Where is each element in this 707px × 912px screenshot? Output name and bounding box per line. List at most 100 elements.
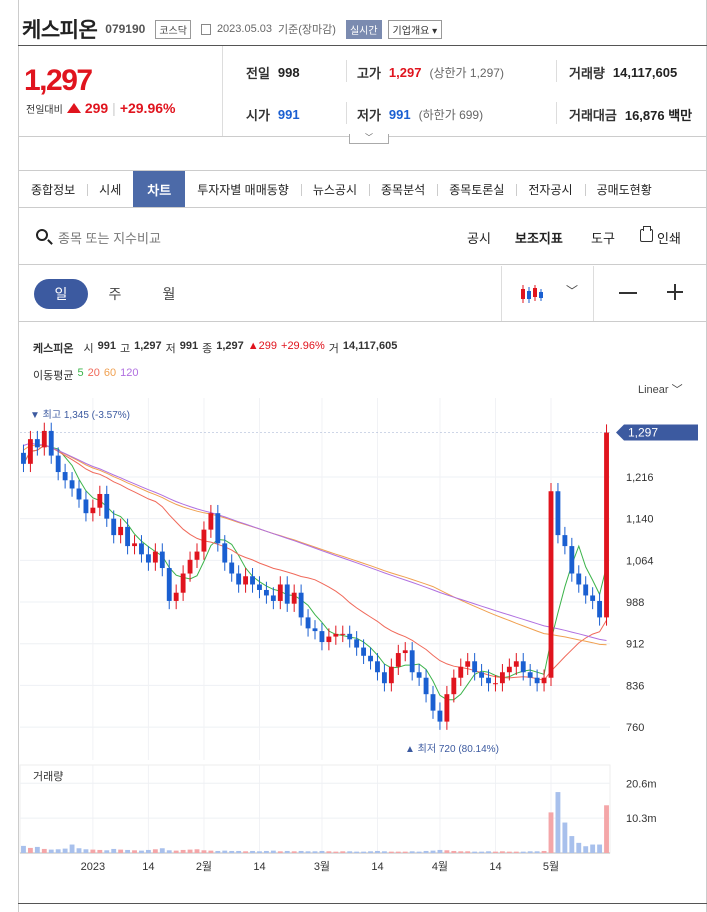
price-tick-label: 988 bbox=[626, 597, 644, 609]
candle-body bbox=[76, 488, 82, 500]
volume-bar bbox=[41, 848, 47, 853]
candle-body bbox=[298, 592, 304, 618]
volume-bar bbox=[402, 851, 408, 853]
volume-bar bbox=[90, 849, 96, 853]
volume-bar bbox=[243, 851, 249, 853]
volume-bar bbox=[111, 848, 117, 853]
volume-bar bbox=[48, 849, 54, 853]
volume-bar bbox=[187, 849, 193, 853]
volume-bar bbox=[597, 844, 603, 853]
volume-bar bbox=[298, 850, 304, 853]
candle-body bbox=[62, 472, 68, 481]
volume-bar bbox=[562, 822, 568, 853]
candle-body bbox=[284, 584, 290, 604]
price-tick-label: 760 bbox=[626, 722, 644, 734]
volume-bar bbox=[381, 851, 387, 853]
candle-body bbox=[499, 672, 505, 684]
candle-body bbox=[236, 573, 242, 585]
candle-body bbox=[576, 573, 582, 585]
volume-bar bbox=[312, 851, 318, 853]
candle-body bbox=[590, 595, 596, 601]
candle-body bbox=[347, 633, 353, 640]
volume-bar bbox=[548, 812, 554, 853]
price-tick-label: 1,216 bbox=[626, 472, 654, 484]
candle-body bbox=[97, 493, 103, 508]
candle-body bbox=[486, 677, 491, 684]
volume-bar bbox=[27, 847, 33, 853]
candle-body bbox=[41, 430, 47, 448]
volume-bar bbox=[104, 850, 110, 853]
candle-body bbox=[83, 499, 89, 514]
candle-body bbox=[55, 455, 61, 473]
volume-bar bbox=[118, 849, 124, 853]
volume-bar bbox=[513, 851, 519, 853]
volume-bar bbox=[555, 792, 561, 853]
candle-body bbox=[194, 551, 200, 560]
candle-body bbox=[368, 655, 373, 662]
volume-bar bbox=[375, 850, 380, 853]
volume-bar bbox=[569, 836, 575, 853]
volume-bar bbox=[604, 805, 609, 853]
candle-body bbox=[381, 672, 387, 684]
volume-bar bbox=[395, 851, 401, 853]
volume-bar bbox=[333, 851, 339, 853]
candle-body bbox=[534, 677, 540, 684]
volume-bar bbox=[506, 851, 512, 853]
volume-bar bbox=[319, 850, 325, 853]
candle-body bbox=[243, 576, 249, 585]
volume-bar bbox=[590, 844, 596, 853]
volume-bar bbox=[215, 850, 221, 853]
volume-bar bbox=[326, 851, 332, 853]
last-price-label: 1,297 bbox=[628, 426, 658, 440]
candle-body bbox=[145, 554, 151, 563]
volume-bar bbox=[62, 848, 68, 853]
candle-body bbox=[111, 518, 117, 536]
ma-20-line bbox=[23, 444, 607, 681]
price-chart[interactable]: 1,216 1,140 1,064 988 912 836 760 2023 14 2월 14 3월 1… bbox=[0, 0, 707, 912]
candle-body bbox=[139, 543, 144, 555]
volume-bar bbox=[368, 851, 373, 853]
x-tick-label: 14 bbox=[253, 861, 265, 873]
volume-bar bbox=[83, 849, 89, 853]
candle-body bbox=[520, 661, 526, 673]
volume-bar bbox=[388, 851, 394, 853]
volume-bar bbox=[125, 849, 131, 853]
candle-body bbox=[291, 592, 297, 604]
volume-bar bbox=[97, 849, 103, 853]
volume-bar bbox=[472, 851, 478, 853]
volume-bar bbox=[159, 848, 165, 853]
candle-body bbox=[395, 653, 401, 667]
volume-bar bbox=[139, 850, 144, 853]
candle-body bbox=[451, 677, 457, 695]
x-tick-label: 14 bbox=[371, 861, 383, 873]
candle-body bbox=[513, 661, 519, 667]
volume-bar bbox=[222, 850, 228, 853]
candle-body bbox=[333, 633, 339, 637]
volume-bar bbox=[499, 851, 505, 853]
candle-body bbox=[305, 617, 311, 629]
candle-body bbox=[604, 432, 609, 618]
volume-bar bbox=[534, 851, 540, 853]
candle-body bbox=[118, 526, 124, 536]
candle-body bbox=[375, 661, 380, 673]
candle-body bbox=[187, 559, 193, 574]
volume-bar bbox=[527, 851, 533, 853]
volume-bar bbox=[284, 850, 290, 853]
candle-body bbox=[312, 628, 318, 632]
candle-body bbox=[21, 452, 26, 464]
candle-body bbox=[263, 589, 269, 596]
volume-bar bbox=[277, 851, 283, 853]
volume-bar bbox=[479, 851, 485, 853]
x-tick-label: 2월 bbox=[196, 860, 212, 873]
candle-body bbox=[132, 543, 137, 547]
candle-body bbox=[548, 491, 554, 678]
volume-bar bbox=[229, 850, 235, 853]
ma-5-line bbox=[23, 444, 607, 701]
x-tick-label: 2023 bbox=[81, 861, 105, 873]
volume-panel-label: 거래량 bbox=[33, 771, 64, 783]
volume-bar bbox=[180, 849, 186, 853]
volume-bar bbox=[493, 851, 498, 853]
candle-body bbox=[180, 573, 186, 593]
volume-bar bbox=[55, 849, 61, 853]
volume-bar bbox=[444, 850, 450, 853]
